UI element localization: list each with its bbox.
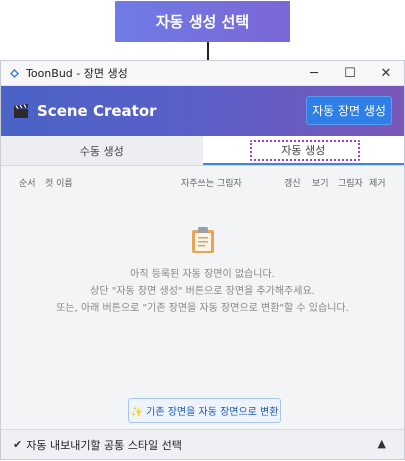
column-view: 보기 — [312, 179, 329, 189]
style-selection-label: 자동 내보내기할 공통 스타일 선택 — [26, 438, 182, 452]
collapse-arrow-icon[interactable]: ▲ — [378, 437, 386, 450]
column-frequent-shadow: 자주쓰는 그림자 — [181, 179, 242, 189]
app-window: ToonBud - 장면 생성 ─ ☐ ✕ Scene Creator 자동 장… — [0, 60, 405, 460]
column-order: 순서 — [19, 179, 36, 189]
empty-state: 아직 등록된 자동 장면이 없습니다. 상단 "자동 장면 생성" 버튼으로 장… — [1, 226, 404, 317]
minimize-button[interactable]: ─ — [296, 61, 332, 86]
empty-message-line1: 아직 등록된 자동 장면이 없습니다. — [130, 269, 275, 280]
window-title: ToonBud - 장면 생성 — [26, 67, 128, 80]
title-bar: ToonBud - 장면 생성 ─ ☐ ✕ — [1, 61, 404, 86]
close-button[interactable]: ✕ — [368, 61, 404, 86]
tab-manual-label: 수동 생성 — [79, 144, 124, 158]
page-title: Scene Creator — [37, 102, 157, 120]
column-remove: 제거 — [369, 179, 386, 189]
empty-message-line2: 상단 "자동 장면 생성" 버튼으로 장면을 추가해주세요. — [90, 286, 315, 297]
empty-message-line3: 또는, 아래 버튼으로 "기존 장면을 자동 장면으로 변환"할 수 있습니다. — [56, 303, 349, 314]
tab-manual-create[interactable]: 수동 생성 — [1, 136, 203, 165]
column-shadow: 그림자 — [338, 179, 363, 189]
tab-auto-create[interactable]: 자동 생성 — [202, 136, 404, 165]
maximize-button[interactable]: ☐ — [332, 61, 368, 86]
callout-label: 자동 생성 선택 — [115, 1, 290, 42]
toonbud-app-icon — [7, 66, 21, 80]
clapperboard-icon — [13, 103, 29, 119]
clipboard-icon — [190, 226, 216, 254]
auto-create-scene-button[interactable]: 자동 장면 생성 — [306, 96, 392, 125]
table-header: 순서 컷 이름 자주쓰는 그림자 갱신 보기 그림자 제거 — [1, 166, 404, 196]
header-banner: Scene Creator 자동 장면 생성 — [1, 86, 404, 136]
highlight-box — [249, 140, 360, 161]
convert-to-auto-scene-button[interactable]: ✨ 기존 장면을 자동 장면으로 변환 — [128, 398, 281, 423]
column-cut-name: 컷 이름 — [45, 179, 73, 189]
checkmark-icon: ✔ — [13, 438, 23, 451]
tab-bar: 수동 생성 자동 생성 — [1, 136, 404, 166]
style-selection-bar[interactable]: ✔ 자동 내보내기할 공통 스타일 선택 ▲ — [1, 429, 404, 459]
column-refresh: 갱신 — [284, 179, 301, 189]
